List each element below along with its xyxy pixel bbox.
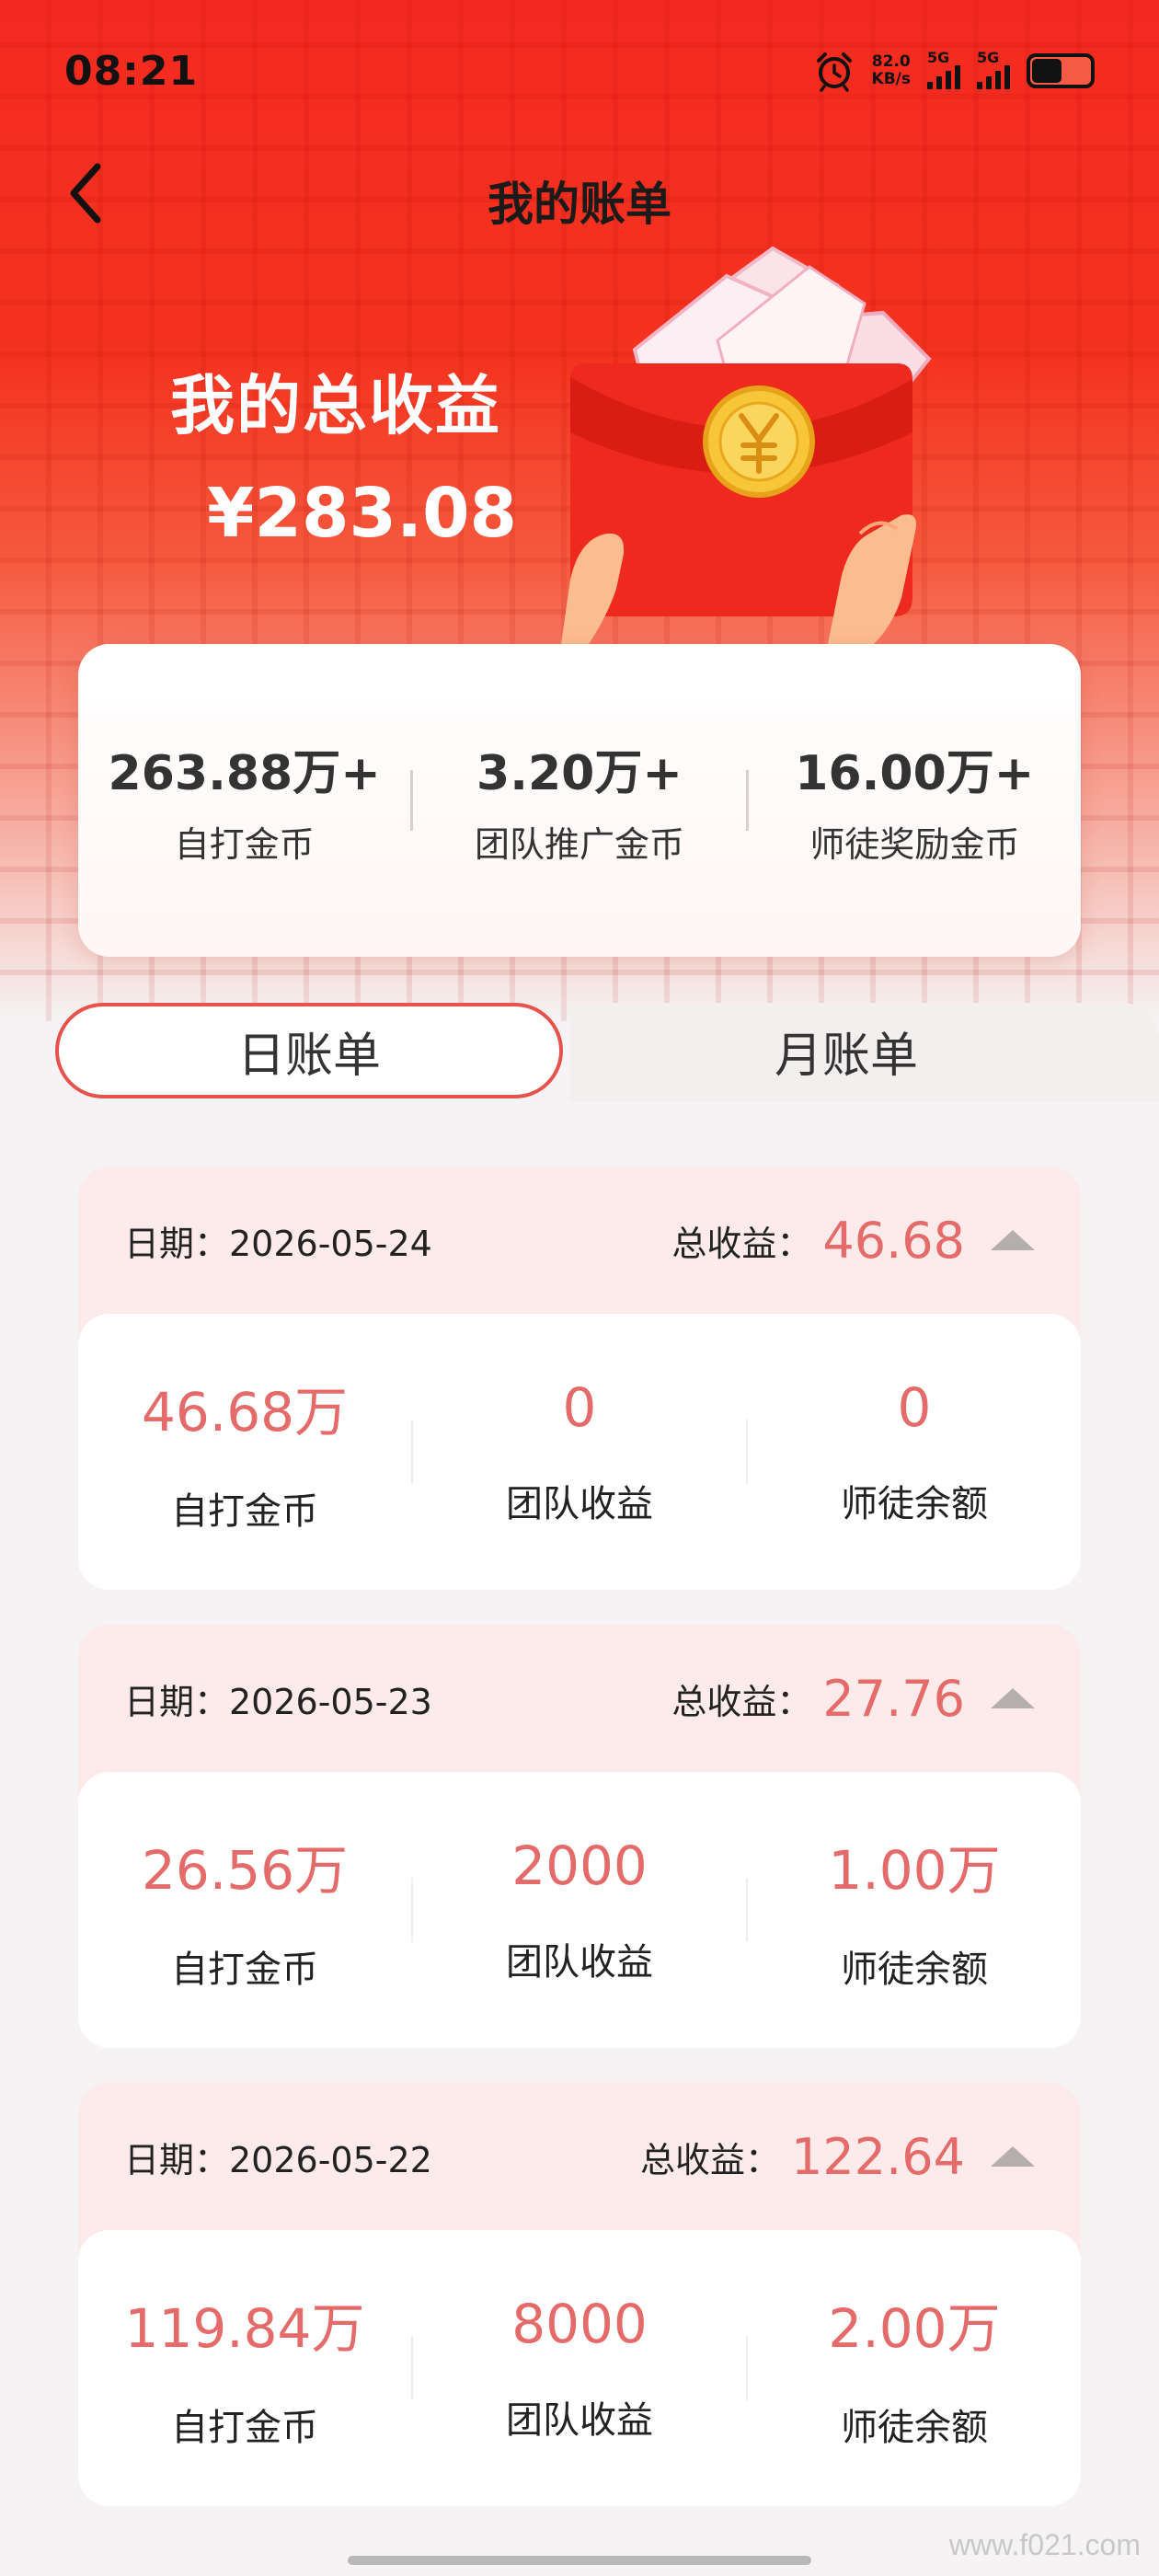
- bill-card: 日期：2026-05-24 总收益： 46.68 46.68万 自打金币 0 团…: [78, 1167, 1081, 1590]
- signal-label-1: 5G: [927, 49, 950, 66]
- bill-card-body: 26.56万 自打金币 2000 团队收益 1.00万 师徒余额: [78, 1772, 1081, 2048]
- total-earnings-label: 我的总收益: [170, 368, 501, 443]
- network-speed-unit: KB/s: [871, 70, 911, 88]
- bill-self-coins: 46.68万 自打金币: [78, 1369, 411, 1535]
- summary-team-coins: 3.20万+ 团队推广金币: [413, 734, 745, 867]
- bill-item-value: 1.00万: [828, 1839, 1001, 1902]
- summary-value: 16.00万+: [795, 746, 1035, 801]
- status-bar: 08:21 82.0 KB/s 5G 5G: [0, 0, 1159, 138]
- bill-item-value: 26.56万: [141, 1839, 349, 1902]
- bill-team-income: 8000 团队收益: [413, 2293, 746, 2444]
- bill-date: 日期：2026-05-23: [124, 1681, 432, 1722]
- bill-item-label: 师徒余额: [841, 1949, 988, 1991]
- summary-value: 3.20万+: [476, 746, 683, 801]
- yuan-coin-icon: [703, 385, 815, 498]
- summary-self-coins: 263.88万+ 自打金币: [78, 734, 410, 867]
- daily-bill-list: 日期：2026-05-24 总收益： 46.68 46.68万 自打金币 0 团…: [78, 1167, 1081, 2541]
- bill-card-header[interactable]: 日期：2026-05-22 总收益： 122.64: [78, 2083, 1081, 2230]
- bill-item-value: 0: [897, 1376, 932, 1439]
- bill-item-label: 自打金币: [171, 1490, 318, 1533]
- alarm-clock-icon: [816, 52, 852, 92]
- bill-item-label: 师徒余额: [841, 2407, 988, 2449]
- bill-item-value: 2.00万: [828, 2297, 1001, 2360]
- signal-label-2: 5G: [977, 49, 1000, 66]
- bill-item-label: 自打金币: [171, 1949, 318, 1991]
- bill-self-coins: 26.56万 自打金币: [78, 1827, 411, 1993]
- total-earnings-amount: ¥283.08: [207, 474, 518, 553]
- bill-item-value: 46.68万: [141, 1381, 349, 1443]
- summary-label: 团队推广金币: [474, 824, 684, 865]
- bill-total-value: 27.76: [822, 1669, 965, 1728]
- tab-daily-bill[interactable]: 日账单: [55, 1003, 563, 1098]
- bill-team-income: 0 团队收益: [413, 1376, 746, 1527]
- bill-total-value: 122.64: [791, 2127, 965, 2186]
- summary-mentor-coins: 16.00万+ 师徒奖励金币: [749, 734, 1081, 867]
- signal-5g-icon-1: 5G: [927, 49, 960, 89]
- status-icons: 82.0 KB/s 5G 5G: [813, 48, 1095, 94]
- network-speed-value: 82.0: [871, 52, 911, 71]
- tab-monthly-bill[interactable]: 月账单: [598, 1003, 1095, 1098]
- bill-self-coins: 119.84万 自打金币: [78, 2285, 411, 2451]
- bill-card-header[interactable]: 日期：2026-05-23 总收益： 27.76: [78, 1625, 1081, 1772]
- coin-summary-card: 263.88万+ 自打金币 3.20万+ 团队推广金币 16.00万+ 师徒奖励…: [78, 644, 1081, 957]
- bill-item-value: 0: [562, 1376, 597, 1439]
- home-indicator[interactable]: [348, 2556, 811, 2565]
- bill-card-body: 46.68万 自打金币 0 团队收益 0 师徒余额: [78, 1314, 1081, 1590]
- bill-total-label: 总收益：: [671, 1223, 812, 1264]
- bill-team-income: 2000 团队收益: [413, 1834, 746, 1985]
- status-time: 08:21: [64, 48, 199, 95]
- bill-total-label: 总收益：: [671, 1681, 812, 1722]
- bill-item-label: 团队收益: [506, 1483, 653, 1525]
- bill-mentor-balance: 0 师徒余额: [748, 1376, 1081, 1527]
- bill-mentor-balance: 1.00万 师徒余额: [748, 1827, 1081, 1993]
- collapse-caret-icon[interactable]: [991, 1230, 1035, 1250]
- network-speed: 82.0 KB/s: [872, 53, 911, 88]
- bill-mentor-balance: 2.00万 师徒余额: [748, 2285, 1081, 2451]
- bill-total-label: 总收益：: [640, 2139, 781, 2180]
- summary-label: 自打金币: [174, 824, 315, 865]
- bill-date: 日期：2026-05-24: [124, 1223, 432, 1264]
- bill-card-body: 119.84万 自打金币 8000 团队收益 2.00万 师徒余额: [78, 2230, 1081, 2506]
- summary-label: 师徒奖励金币: [809, 824, 1020, 865]
- red-envelope-illustration: [561, 246, 932, 644]
- collapse-caret-icon[interactable]: [991, 2146, 1035, 2167]
- signal-5g-icon-2: 5G: [977, 49, 1010, 89]
- battery-icon: [1027, 53, 1095, 88]
- bill-card: 日期：2026-05-22 总收益： 122.64 119.84万 自打金币 8…: [78, 2083, 1081, 2506]
- summary-value: 263.88万+: [108, 746, 381, 801]
- bill-item-label: 团队收益: [506, 2399, 653, 2442]
- bill-item-value: 119.84万: [124, 2297, 365, 2360]
- bill-item-label: 团队收益: [506, 1941, 653, 1984]
- bill-total-value: 46.68: [822, 1211, 965, 1270]
- bill-item-value: 8000: [511, 2293, 648, 2355]
- bill-item-label: 师徒余额: [841, 1483, 988, 1525]
- bill-tab-bar: 日账单 月账单: [55, 1003, 1159, 1102]
- bill-card-header[interactable]: 日期：2026-05-24 总收益： 46.68: [78, 1167, 1081, 1314]
- bill-card: 日期：2026-05-23 总收益： 27.76 26.56万 自打金币 200…: [78, 1625, 1081, 2048]
- collapse-caret-icon[interactable]: [991, 1688, 1035, 1708]
- bill-date: 日期：2026-05-22: [124, 2139, 432, 2180]
- watermark: www.f021.com: [948, 2528, 1141, 2561]
- bill-item-value: 2000: [511, 1834, 648, 1897]
- bill-item-label: 自打金币: [171, 2407, 318, 2449]
